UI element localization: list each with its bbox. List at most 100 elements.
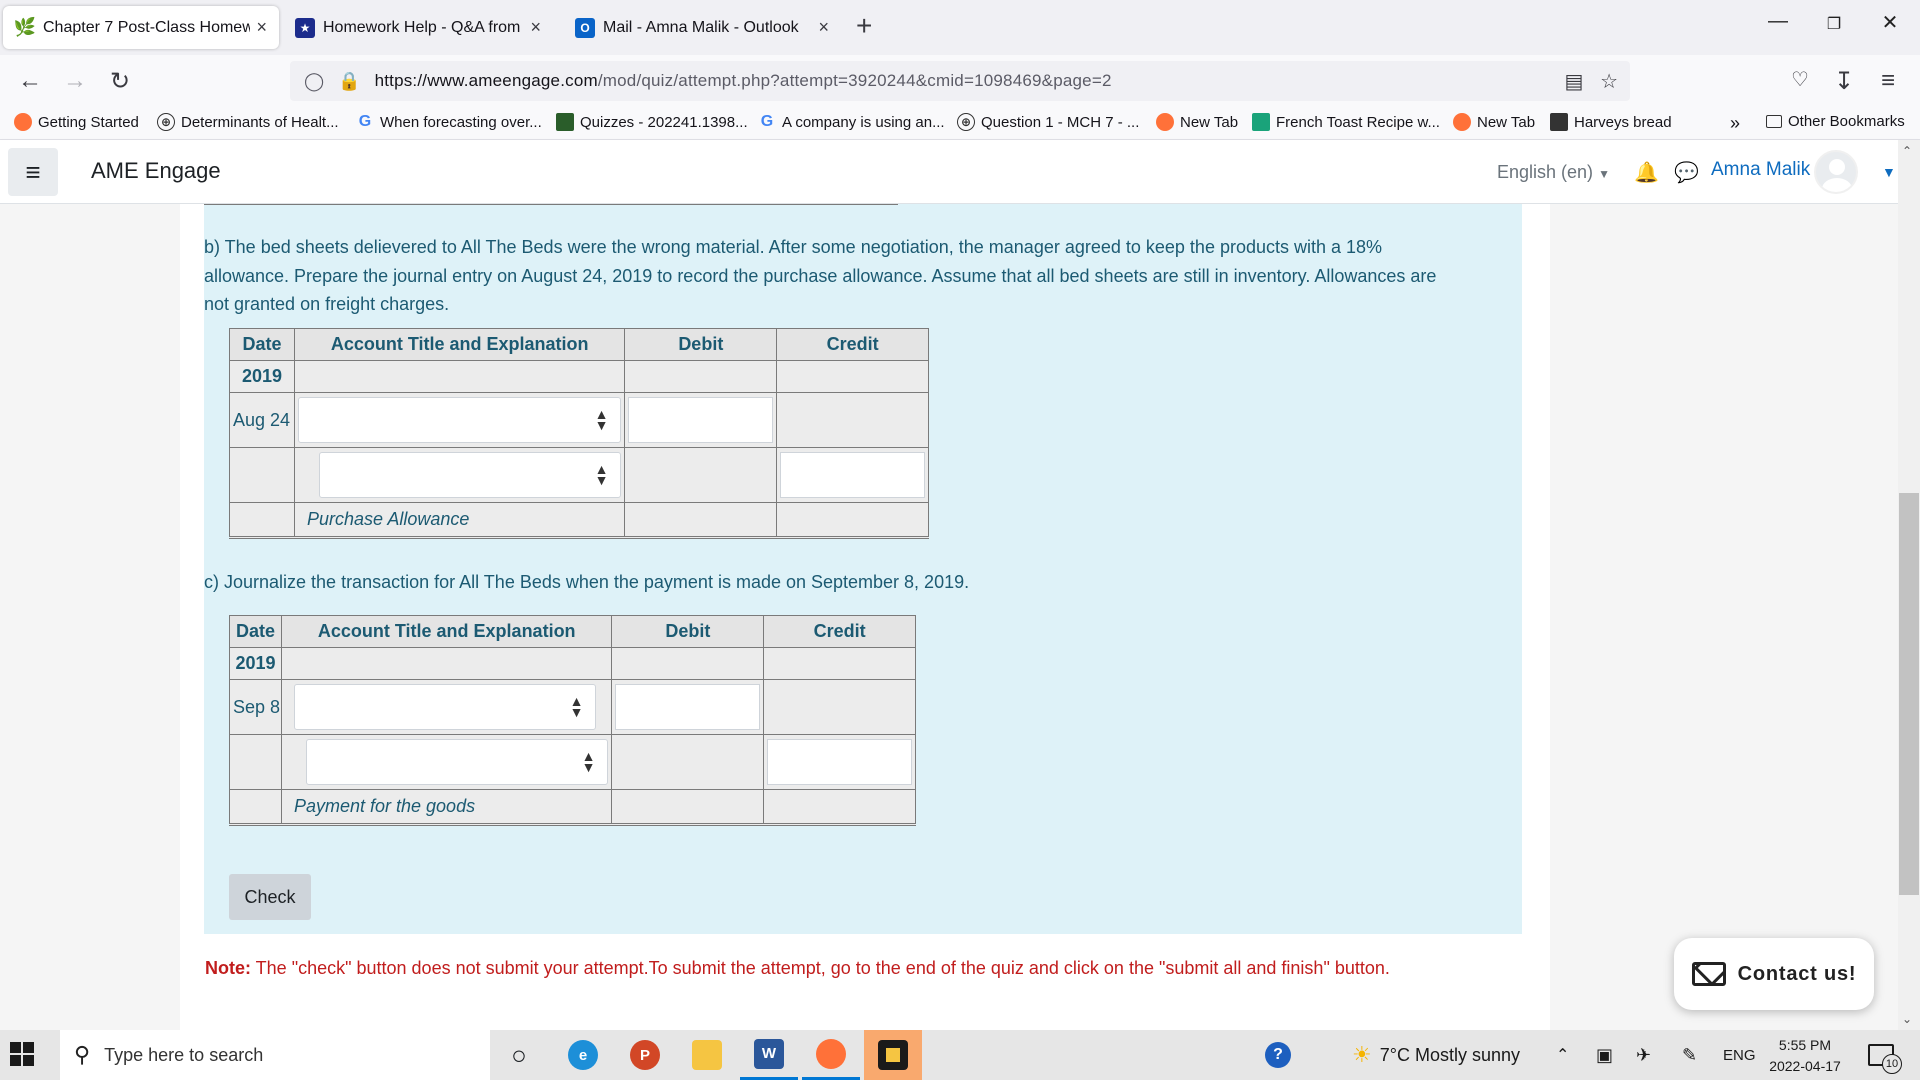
debit-input[interactable] bbox=[615, 684, 761, 730]
column-header-credit: Credit bbox=[763, 615, 916, 648]
weather-text: 7°C Mostly sunny bbox=[1379, 1044, 1520, 1065]
file-explorer-icon[interactable] bbox=[678, 1030, 736, 1080]
bookmark-item[interactable]: New Tab bbox=[1156, 113, 1238, 131]
check-button[interactable]: Check bbox=[229, 874, 311, 920]
bookmark-item[interactable]: New Tab bbox=[1453, 113, 1535, 131]
shield-icon[interactable]: ◯ bbox=[304, 71, 324, 92]
lock-icon[interactable]: 🔒 bbox=[338, 71, 360, 92]
site-name[interactable]: AME Engage bbox=[91, 158, 221, 184]
pocket-icon[interactable]: ♡ bbox=[1782, 67, 1818, 92]
bookmarks-toolbar: Getting Started ⊕ Determinants of Healt..… bbox=[0, 107, 1920, 140]
bookmark-item[interactable]: ⊕ Determinants of Healt... bbox=[157, 113, 339, 131]
column-header-account: Account Title and Explanation bbox=[293, 328, 626, 361]
cortana-icon[interactable]: ○ bbox=[490, 1030, 548, 1080]
address-bar[interactable]: ◯ 🔒 https://www.ameengage.com/mod/quiz/a… bbox=[290, 61, 1630, 101]
forward-icon[interactable]: → bbox=[57, 67, 93, 95]
scroll-up-icon[interactable]: ⌃ bbox=[1902, 144, 1912, 158]
word-icon[interactable]: W bbox=[740, 1030, 798, 1080]
credit-input[interactable] bbox=[767, 739, 912, 785]
close-icon[interactable]: × bbox=[530, 17, 541, 38]
scrollbar-thumb[interactable] bbox=[1899, 493, 1919, 895]
clock[interactable]: 5:55 PM 2022-04-17 bbox=[1760, 1035, 1850, 1077]
clock-time: 5:55 PM bbox=[1778, 1037, 1832, 1053]
quizzes-icon bbox=[556, 113, 574, 131]
close-icon[interactable]: × bbox=[256, 17, 267, 38]
powerpoint-icon[interactable]: P bbox=[616, 1030, 674, 1080]
star-icon: ★ bbox=[295, 17, 315, 38]
tab-homework-help[interactable]: ★ Homework Help - Q&A from O × bbox=[283, 6, 553, 49]
contact-us-label: Contact us! bbox=[1737, 962, 1857, 985]
taskbar-search-box[interactable]: ⚲ Type here to search bbox=[60, 1030, 490, 1080]
account-select-debit[interactable]: ▲ ▼ bbox=[297, 397, 622, 443]
more-bookmarks-icon[interactable]: » bbox=[1730, 113, 1740, 134]
pen-icon[interactable]: ✎ bbox=[1682, 1030, 1697, 1080]
question-part-c-text: c) Journalize the transaction for All Th… bbox=[204, 572, 970, 592]
page-content: b) The bed sheets delievered to All The … bbox=[0, 204, 1920, 1030]
user-name[interactable]: Amna Malik bbox=[1711, 159, 1810, 181]
notification-count: 10 bbox=[1882, 1054, 1902, 1074]
google-icon: G bbox=[358, 113, 372, 130]
new-tab-button[interactable]: + bbox=[856, 10, 872, 42]
menu-icon[interactable]: ≡ bbox=[8, 148, 58, 196]
debit-input[interactable] bbox=[628, 397, 774, 443]
note-text: The "check" button does not submit your … bbox=[251, 958, 1390, 978]
display-icon[interactable]: ▣ bbox=[1596, 1030, 1613, 1080]
app-menu-icon[interactable]: ≡ bbox=[1870, 67, 1906, 95]
language-indicator[interactable]: ENG bbox=[1723, 1030, 1756, 1080]
table-row: Purchase Allowance bbox=[229, 502, 929, 539]
column-header-date: Date bbox=[229, 615, 282, 648]
table-row: Aug 24 ▲ ▼ bbox=[229, 392, 929, 448]
bookmark-item[interactable]: Getting Started bbox=[14, 113, 139, 131]
user-menu-caret-icon[interactable]: ▼ bbox=[1882, 164, 1896, 180]
bookmark-item[interactable]: G When forecasting over... bbox=[356, 113, 542, 131]
close-icon[interactable]: × bbox=[818, 17, 829, 38]
help-icon[interactable]: ? bbox=[1265, 1030, 1291, 1080]
column-header-debit: Debit bbox=[611, 615, 765, 648]
year-cell: 2019 bbox=[229, 360, 295, 393]
firefox-icon bbox=[1156, 113, 1174, 131]
bookmark-item[interactable]: Harveys bread bbox=[1550, 113, 1672, 131]
column-header-date: Date bbox=[229, 328, 295, 361]
chat-icon[interactable]: 💬 bbox=[1674, 160, 1699, 185]
account-select-debit[interactable]: ▲ ▼ bbox=[293, 684, 597, 730]
explanation-cell: Purchase Allowance bbox=[293, 502, 626, 539]
tab-outlook[interactable]: O Mail - Amna Malik - Outlook × bbox=[563, 6, 841, 49]
weather-widget[interactable]: ☀ 7°C Mostly sunny bbox=[1352, 1030, 1520, 1080]
bookmark-item[interactable]: ⊕ Question 1 - MCH 7 - ... bbox=[957, 113, 1139, 131]
bell-icon[interactable]: 🔔 bbox=[1634, 160, 1659, 185]
windows-start-icon[interactable] bbox=[10, 1042, 34, 1066]
contact-us-button[interactable]: Contact us! bbox=[1674, 938, 1874, 1010]
sticky-notes-icon[interactable] bbox=[864, 1030, 922, 1080]
bookmark-item[interactable]: Quizzes - 202241.1398... bbox=[556, 113, 748, 131]
account-select-credit[interactable]: ▲ ▼ bbox=[318, 452, 622, 498]
avatar[interactable] bbox=[1814, 150, 1858, 194]
close-window-icon[interactable]: ✕ bbox=[1870, 10, 1910, 35]
tab-chapter-7[interactable]: 🌿 Chapter 7 Post-Class Homework × bbox=[3, 6, 279, 49]
journal-table-part-c: Date Account Title and Explanation Debit… bbox=[229, 615, 916, 826]
reader-and-bookmark-icons: ▤ ☆ bbox=[1564, 69, 1618, 94]
credit-input[interactable] bbox=[780, 452, 925, 498]
table-row: 2019 bbox=[229, 360, 929, 393]
navigation-bar: ← → ↻ ◯ 🔒 https://www.ameengage.com/mod/… bbox=[0, 55, 1920, 107]
account-select-credit[interactable]: ▲ ▼ bbox=[305, 739, 609, 785]
bookmark-star-icon[interactable]: ☆ bbox=[1600, 71, 1618, 93]
reload-icon[interactable]: ↻ bbox=[102, 67, 138, 96]
scroll-down-icon[interactable]: ⌄ bbox=[1902, 1012, 1912, 1026]
column-header-debit: Debit bbox=[624, 328, 778, 361]
bookmark-item[interactable]: French Toast Recipe w... bbox=[1252, 113, 1440, 131]
reader-view-icon[interactable]: ▤ bbox=[1564, 71, 1583, 93]
bookmark-item[interactable]: GA company is using an... bbox=[758, 113, 945, 131]
download-icon[interactable]: ↧ bbox=[1826, 67, 1862, 96]
firefox-taskbar-icon[interactable] bbox=[802, 1030, 860, 1080]
recipe-icon bbox=[1252, 113, 1270, 131]
chevron-up-icon[interactable]: ⌃ bbox=[1556, 1030, 1569, 1080]
airplane-icon[interactable]: ✈ bbox=[1636, 1030, 1651, 1080]
notifications-icon[interactable]: 10 bbox=[1868, 1030, 1902, 1080]
language-selector[interactable]: English (en) ▼ bbox=[1497, 162, 1610, 183]
restore-icon[interactable]: ❐ bbox=[1814, 14, 1854, 34]
table-row: Sep 8 ▲ ▼ bbox=[229, 679, 916, 735]
minimize-icon[interactable]: — bbox=[1758, 10, 1798, 33]
other-bookmarks[interactable]: Other Bookmarks bbox=[1766, 113, 1905, 130]
edge-icon[interactable]: e bbox=[554, 1030, 612, 1080]
back-icon[interactable]: ← bbox=[12, 67, 48, 95]
